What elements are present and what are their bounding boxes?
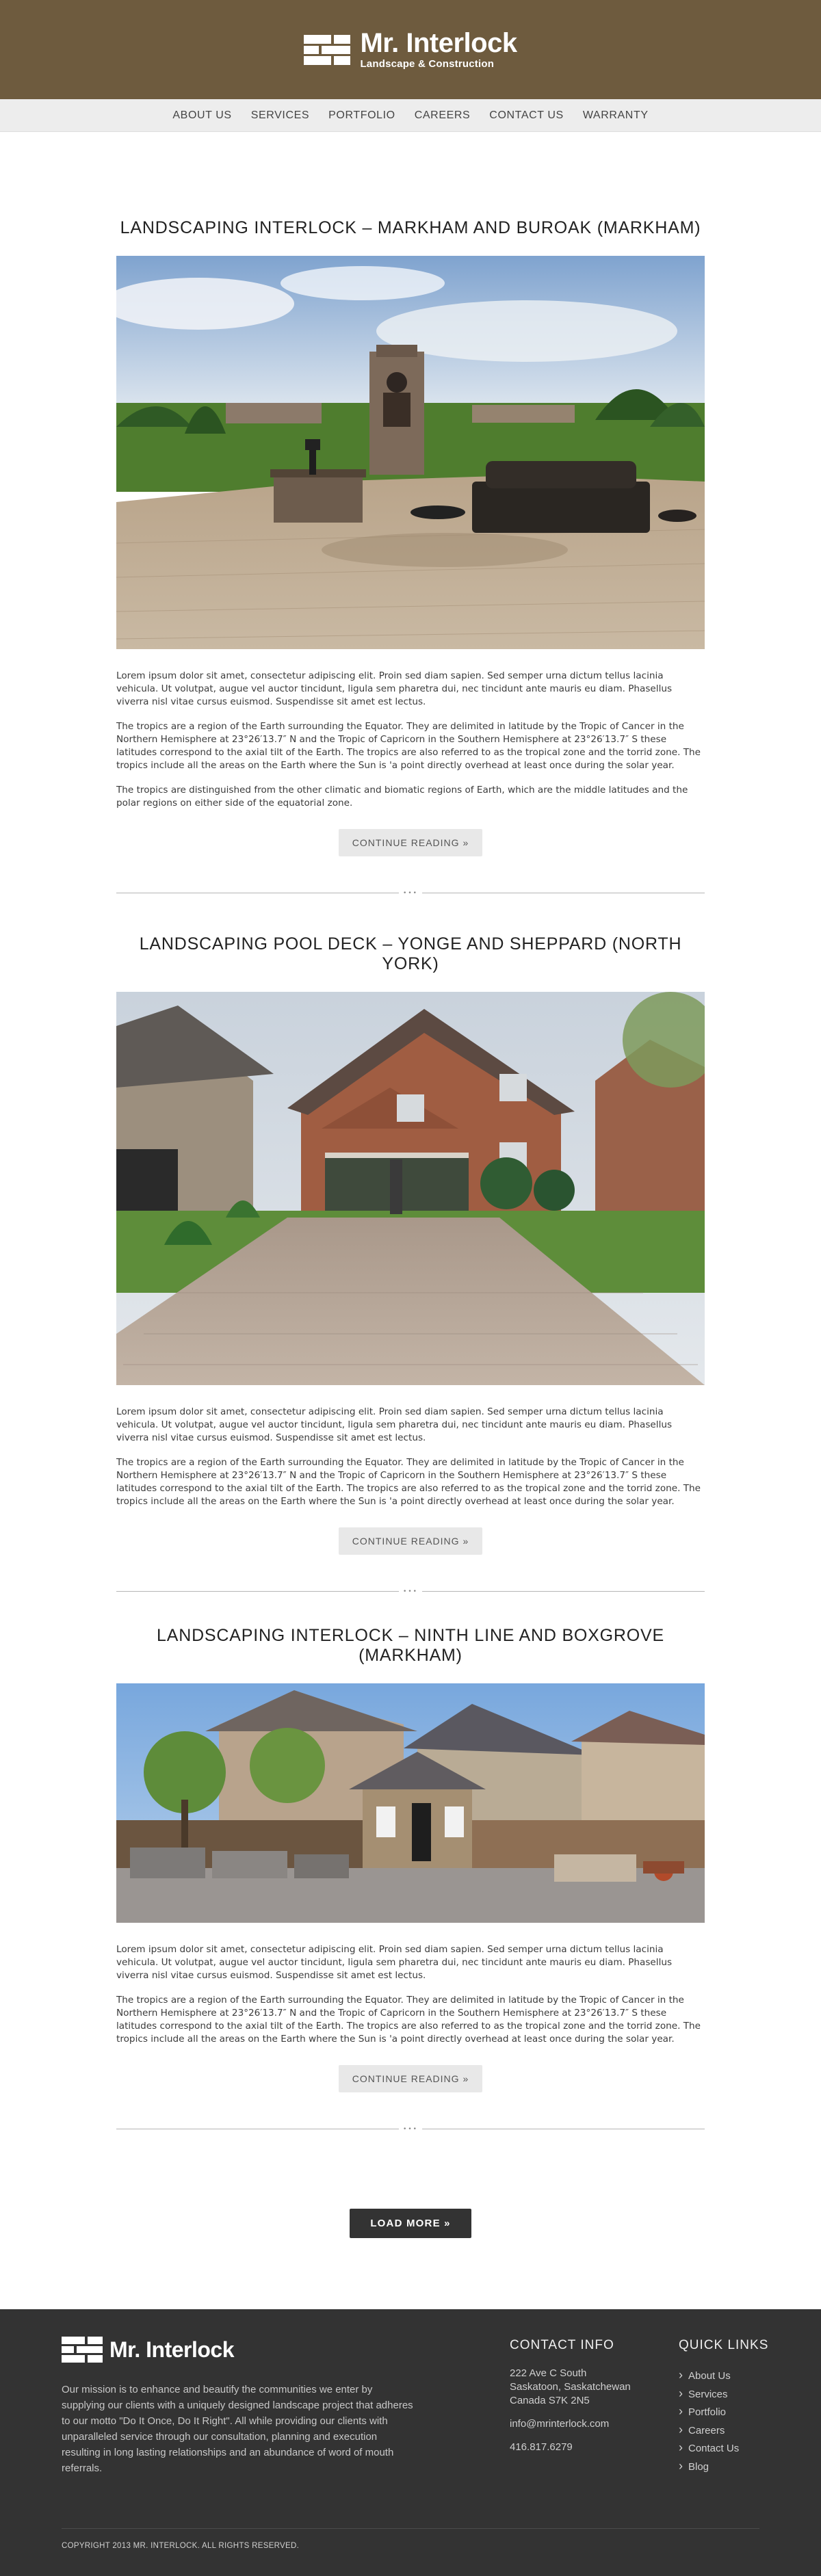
contact-email[interactable]: info@mrinterlock.com [510, 2417, 631, 2431]
post-title[interactable]: LANDSCAPING INTERLOCK – MARKHAM AND BURO… [116, 218, 705, 238]
quick-links-heading: QUICK LINKS [679, 2338, 769, 2352]
post-excerpt: Lorem ipsum dolor sit amet, consectetur … [116, 1406, 705, 1508]
continue-reading-button[interactable]: CONTINUE READING » [338, 829, 483, 856]
post-excerpt: Lorem ipsum dolor sit amet, consectetur … [116, 1943, 705, 2046]
footer-link-about-us[interactable]: About Us [679, 2367, 739, 2385]
post-image-driveway-house[interactable] [116, 992, 705, 1385]
nav-warranty[interactable]: WARRANTY [573, 109, 658, 122]
post-image-patio-fireplace[interactable] [116, 256, 705, 649]
site-footer: Mr. Interlock Our mission is to enhance … [0, 2309, 821, 2576]
address-line: Canada S7K 2N5 [510, 2395, 590, 2406]
post-paragraph: Lorem ipsum dolor sit amet, consectetur … [116, 1406, 673, 1443]
copyright: COPYRIGHT 2013 MR. INTERLOCK. ALL RIGHTS… [62, 2542, 300, 2550]
load-more-button[interactable]: LOAD MORE » [350, 2209, 471, 2238]
blog-post: LANDSCAPING INTERLOCK – NINTH LINE AND B… [116, 1596, 705, 2092]
blog-post: LANDSCAPING INTERLOCK – MARKHAM AND BURO… [116, 132, 705, 856]
footer-logo-title: Mr. Interlock [109, 2337, 235, 2362]
post-title[interactable]: LANDSCAPING INTERLOCK – NINTH LINE AND B… [116, 1626, 705, 1666]
post-paragraph: The tropics are a region of the Earth su… [116, 1457, 701, 1507]
post-title[interactable]: LANDSCAPING POOL DECK – YONGE AND SHEPPA… [116, 934, 705, 974]
footer-logo[interactable]: Mr. Interlock [62, 2337, 235, 2363]
post-excerpt: Lorem ipsum dolor sit amet, consectetur … [116, 670, 705, 810]
brick-logo-icon [304, 34, 351, 65]
brick-logo-icon [62, 2337, 103, 2363]
nav-portfolio[interactable]: PORTFOLIO [319, 109, 405, 122]
post-paragraph: Lorem ipsum dolor sit amet, consectetur … [116, 670, 673, 707]
address-line: 222 Ave C South [510, 2367, 587, 2379]
post-paragraph: Lorem ipsum dolor sit amet, consectetur … [116, 1944, 673, 1981]
nav-careers[interactable]: CAREERS [405, 109, 480, 122]
quick-links: About Us Services Portfolio Careers Cont… [679, 2367, 739, 2475]
contact-phone[interactable]: 416.817.6279 [510, 2441, 631, 2454]
post-paragraph: The tropics are a region of the Earth su… [116, 1995, 701, 2045]
continue-reading-button[interactable]: CONTINUE READING » [338, 2065, 483, 2092]
footer-link-blog[interactable]: Blog [679, 2458, 739, 2476]
footer-mission: Our mission is to enhance and beautify t… [62, 2384, 413, 2474]
post-image-construction-site[interactable] [116, 1683, 705, 1923]
post-divider: ••• [116, 889, 705, 897]
nav-about-us[interactable]: ABOUT US [163, 109, 241, 122]
site-header: Mr. Interlock Landscape & Construction [0, 0, 821, 99]
site-logo[interactable]: Mr. Interlock Landscape & Construction [304, 29, 517, 70]
post-divider: ••• [116, 2125, 705, 2133]
logo-title: Mr. Interlock [360, 28, 517, 58]
post-divider: ••• [116, 1588, 705, 1596]
nav-contact-us[interactable]: CONTACT US [480, 109, 573, 122]
footer-link-services[interactable]: Services [679, 2385, 739, 2404]
footer-link-contact-us[interactable]: Contact Us [679, 2439, 739, 2458]
blog-post: LANDSCAPING POOL DECK – YONGE AND SHEPPA… [116, 897, 705, 1555]
footer-divider [62, 2528, 759, 2529]
nav-services[interactable]: SERVICES [242, 109, 319, 122]
contact-info-heading: CONTACT INFO [510, 2338, 614, 2352]
post-paragraph: The tropics are a region of the Earth su… [116, 721, 701, 771]
logo-subtitle: Landscape & Construction [360, 58, 495, 70]
contact-info: 222 Ave C South Saskatoon, Saskatchewan … [510, 2367, 631, 2454]
posts-list: LANDSCAPING INTERLOCK – MARKHAM AND BURO… [0, 132, 821, 2238]
address-line: Saskatoon, Saskatchewan [510, 2381, 631, 2393]
main-nav: ABOUT US SERVICES PORTFOLIO CAREERS CONT… [0, 99, 821, 132]
footer-link-portfolio[interactable]: Portfolio [679, 2403, 739, 2421]
post-paragraph: The tropics are distinguished from the o… [116, 785, 688, 809]
continue-reading-button[interactable]: CONTINUE READING » [338, 1527, 483, 1555]
footer-link-careers[interactable]: Careers [679, 2421, 739, 2440]
